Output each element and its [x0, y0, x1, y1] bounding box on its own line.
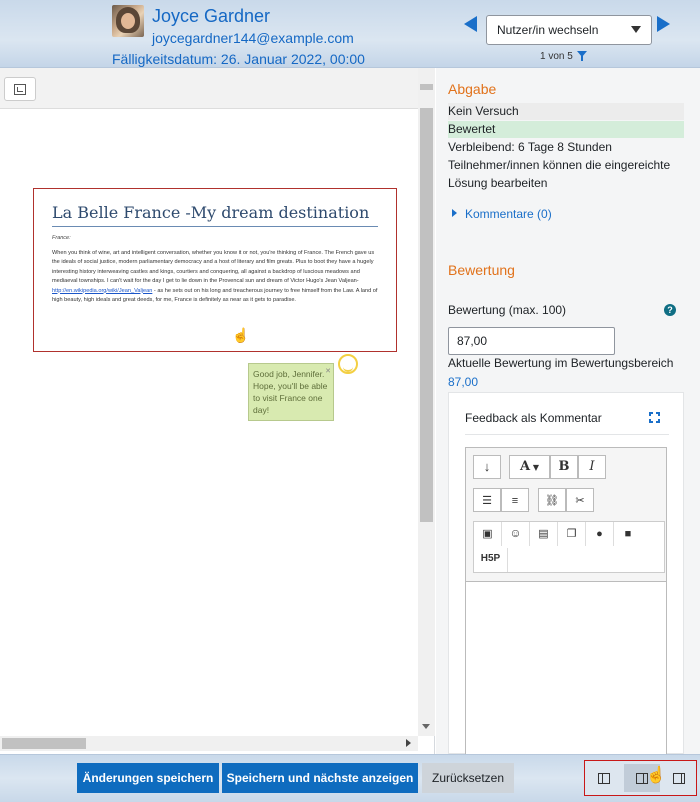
file-icon: ▤	[538, 528, 549, 540]
edit-note-line-1: Teilnehmer/innen können die eingereichte	[448, 158, 671, 172]
ordered-list-button[interactable]: ≡	[501, 488, 529, 512]
document-subtitle: France:	[52, 235, 71, 241]
document-viewer: La Belle France -My dream destination Fr…	[0, 68, 435, 754]
grader-footer: Änderungen speichern Speichern und nächs…	[0, 754, 700, 802]
grade-heading: Bewertung	[448, 262, 515, 278]
document-body-text-1: When you think of wine, art and intellig…	[52, 250, 375, 285]
layout-switcher	[584, 760, 697, 796]
change-user-select-label: Nutzer/in wechseln	[497, 23, 599, 37]
bold-button[interactable]: B	[550, 455, 578, 479]
document-body: When you think of wine, art and intellig…	[52, 249, 378, 305]
vertical-scrollbar[interactable]	[418, 68, 435, 736]
panel-right-icon	[673, 773, 685, 784]
font-style-label: A	[519, 459, 531, 474]
arrow-down-icon: ↓	[483, 459, 491, 474]
previous-user-arrow-icon[interactable]	[464, 16, 477, 32]
insert-media-button[interactable]: ▤	[530, 522, 558, 546]
unlink-button[interactable]: ✂	[566, 488, 594, 512]
document-title: La Belle France -My dream destination	[52, 203, 378, 227]
expand-panel-button[interactable]	[4, 77, 36, 101]
manage-files-button[interactable]: ❐	[558, 522, 586, 546]
h5p-label: H5P	[480, 553, 501, 564]
emoji-button[interactable]: ☺	[502, 522, 530, 546]
hand-cursor-icon: ☝	[232, 327, 250, 343]
user-counter: 1 von 5	[540, 51, 573, 62]
editor-toolbar: ↓ A ▼ B I ☰ ≡ ⛓ ✂ ▣ ☺ ▤ ❐ ● ■ H5P	[466, 448, 666, 582]
filter-icon[interactable]	[577, 51, 587, 61]
copy-icon: ❐	[566, 528, 577, 540]
viewer-toolbar	[0, 68, 418, 109]
comments-label: Kommentare (0)	[465, 207, 552, 221]
current-grade-value[interactable]: 87,00	[448, 375, 478, 389]
save-and-next-button[interactable]: Speichern und nächste anzeigen	[222, 763, 418, 793]
due-date: Fälligkeitsdatum: 26. Januar 2022, 00:00	[112, 51, 365, 67]
next-user-arrow-icon[interactable]	[657, 16, 670, 32]
document-link[interactable]: http://en.wikipedia.org/wiki/Jean_Valjea…	[52, 288, 152, 294]
scroll-thumb[interactable]	[420, 108, 433, 522]
layout-collapse-grade-button[interactable]	[586, 764, 622, 792]
save-changes-button[interactable]: Änderungen speichern	[77, 763, 219, 793]
help-icon[interactable]: ?	[664, 304, 676, 316]
horizontal-scrollbar[interactable]	[0, 736, 418, 751]
hscroll-thumb[interactable]	[2, 738, 86, 749]
bold-label: B	[558, 459, 570, 474]
link-button[interactable]: ⛓	[538, 488, 566, 512]
time-remaining: Verbleibend: 6 Tage 8 Stunden	[448, 140, 612, 154]
feedback-editor-content[interactable]	[466, 582, 666, 754]
caret-down-icon: ▼	[530, 462, 540, 472]
reset-button[interactable]: Zurücksetzen	[422, 763, 514, 793]
attempt-status: Kein Versuch	[448, 103, 684, 120]
video-camera-icon: ■	[624, 528, 632, 540]
microphone-icon: ●	[596, 528, 603, 540]
italic-label: I	[589, 459, 595, 474]
grader-header: Joyce Gardner joycegardner144@example.co…	[0, 0, 700, 68]
layout-collapse-review-button[interactable]	[661, 764, 697, 792]
panel-left-icon	[598, 773, 610, 784]
unlink-icon: ✂	[575, 495, 585, 507]
h5p-button[interactable]: H5P	[474, 548, 508, 572]
user-email-link[interactable]: joycegardner144@example.com	[152, 30, 354, 46]
toolbar-toggle-button[interactable]: ↓	[473, 455, 501, 479]
change-user-select[interactable]: Nutzer/in wechseln	[486, 15, 652, 45]
hand-cursor-icon: ☝	[646, 767, 666, 784]
grade-input[interactable]: 87,00	[448, 327, 615, 355]
insert-image-button[interactable]: ▣	[474, 522, 502, 546]
fullscreen-icon[interactable]	[649, 412, 660, 423]
annotation-close-icon[interactable]: ✕	[325, 366, 331, 378]
comments-toggle[interactable]: Kommentare (0)	[452, 207, 552, 221]
feedback-comments-card: Feedback als Kommentar ↓ A ▼ B I ☰ ≡ ⛓ ✂…	[448, 392, 684, 755]
expand-icon	[14, 84, 26, 95]
feedback-editor: ↓ A ▼ B I ☰ ≡ ⛓ ✂ ▣ ☺ ▤ ❐ ● ■ H5P	[465, 447, 667, 755]
grade-label: Bewertung (max. 100)	[448, 303, 567, 317]
record-audio-button[interactable]: ●	[586, 522, 614, 546]
link-icon: ⛓	[545, 495, 559, 507]
grading-panel: Abgabe Kein Versuch Bewertet Verbleibend…	[436, 68, 700, 755]
scroll-down-icon[interactable]	[422, 724, 430, 729]
comment-annotation[interactable]: ✕ Good job, Jennifer. Hope, you'll be ab…	[248, 363, 334, 421]
media-toolbar-group: ▣ ☺ ▤ ❐ ● ■ H5P	[473, 521, 665, 573]
edit-note-line-2: Lösung bearbeiten	[448, 176, 548, 190]
current-grade-label: Aktuelle Bewertung im Bewertungsbereich	[448, 356, 674, 370]
numbered-list-icon: ≡	[511, 495, 519, 507]
chevron-down-icon	[631, 26, 641, 33]
submission-heading: Abgabe	[448, 81, 497, 97]
unordered-list-button[interactable]: ☰	[473, 488, 501, 512]
scroll-right-icon[interactable]	[406, 739, 411, 747]
user-name-link[interactable]: Joyce Gardner	[152, 6, 270, 27]
image-icon: ▣	[482, 528, 493, 540]
chevron-right-icon	[452, 209, 457, 217]
feedback-title: Feedback als Kommentar	[465, 411, 602, 425]
italic-button[interactable]: I	[578, 455, 606, 479]
record-video-button[interactable]: ■	[614, 522, 642, 546]
annotation-text: Good job, Jennifer. Hope, you'll be able…	[253, 369, 328, 415]
scroll-thumb-top[interactable]	[420, 84, 433, 90]
grading-status: Bewertet	[448, 121, 684, 138]
emoji-icon: ☺	[509, 526, 522, 540]
font-style-button[interactable]: A ▼	[509, 455, 550, 479]
bullet-list-icon: ☰	[482, 495, 492, 507]
document-page[interactable]: La Belle France -My dream destination Fr…	[33, 188, 397, 352]
user-avatar[interactable]	[112, 5, 144, 37]
smiley-stamp-icon[interactable]	[338, 354, 358, 374]
feedback-divider	[465, 434, 669, 435]
